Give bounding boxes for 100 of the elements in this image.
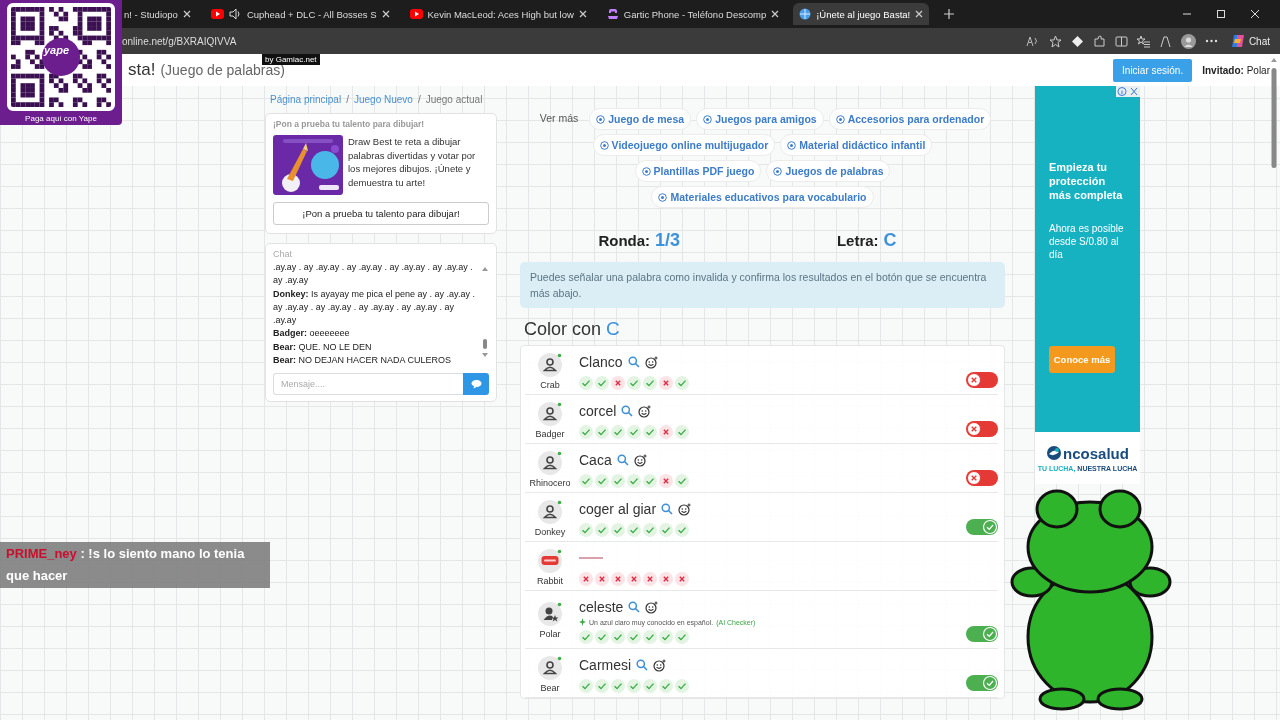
smiley-icon[interactable]: [633, 453, 647, 467]
player-name: Rabbit: [537, 575, 563, 586]
breadcrumb-separator: /: [417, 94, 421, 105]
answer-word: corcel: [579, 403, 617, 419]
topic-chip[interactable]: Plantillas PDF juego: [634, 160, 762, 182]
validity-toggle[interactable]: [966, 675, 998, 691]
close-icon[interactable]: [578, 10, 587, 18]
close-icon[interactable]: [771, 10, 780, 18]
player-name: Rhinocero: [529, 477, 571, 488]
category-letter: C: [606, 318, 620, 340]
plus-circle-icon: [641, 166, 651, 176]
browser-tab[interactable]: ¡Únete al juego Basta!: [793, 3, 930, 25]
new-tab-icon[interactable]: [943, 8, 956, 20]
info-alert: Puedes señalar una palabra como invalida y confirma los resultados en el botón que se encuentra más abajo.: [520, 262, 1005, 308]
topic-chip[interactable]: Juego de mesa: [589, 108, 692, 130]
logo-text: yape: [44, 44, 70, 56]
browser-tab[interactable]: Cuphead + DLC - All Bosses S: [204, 3, 396, 25]
topic-chip[interactable]: Accesorios para ordenador: [828, 108, 992, 130]
message-field[interactable]: Mensaje....: [273, 373, 463, 396]
answer-word: Carmesi: [579, 657, 632, 673]
plus-circle-icon: [596, 114, 606, 124]
address-field[interactable]: online.net/g/BXRAIQIVVA: [122, 35, 237, 47]
topic-chip[interactable]: Materiales educativos para vocabulario: [651, 186, 874, 208]
chat-message: Badger: oeeeeeee: [273, 327, 351, 341]
plus-circle-icon: [835, 114, 845, 124]
smiley-icon[interactable]: [653, 658, 667, 672]
topic-chip[interactable]: Material didáctico infantil: [780, 134, 933, 156]
browser-tab[interactable]: n! - Studiopo: [118, 3, 197, 25]
answer-word: celeste: [579, 599, 624, 615]
answer-word: coger al giar: [579, 501, 657, 517]
guest-label: Invitado: Polar: [1202, 64, 1270, 76]
player-name: Polar: [539, 629, 561, 639]
plus-circle-icon: [658, 192, 668, 202]
star-icon[interactable]: [1048, 34, 1062, 48]
search-icon[interactable]: [621, 405, 634, 417]
ad-button[interactable]: Conoce más: [1049, 346, 1115, 373]
brand-name: ncosalud: [1063, 444, 1129, 462]
promo-heading: ¡Pon a prueba tu talento para dibujar!: [273, 119, 426, 129]
plus-circle-icon: [703, 114, 713, 124]
brand-logo-icon: [1046, 445, 1063, 461]
promo-button[interactable]: ¡Pon a prueba tu talento para dibujar!: [273, 202, 489, 225]
credit-badge: by Gamiac.net: [262, 54, 320, 65]
validity-toggle[interactable]: [966, 470, 998, 486]
smiley-icon[interactable]: [678, 502, 692, 516]
breadcrumb-separator: /: [346, 94, 349, 105]
browser-tab[interactable]: Gartic Phone - Teléfono Descomp: [600, 3, 786, 25]
category-title: Color con: [524, 319, 602, 340]
ad-info-icon[interactable]: [1116, 86, 1140, 97]
search-icon[interactable]: [616, 454, 629, 466]
breadcrumb-link[interactable]: Página principal: [270, 94, 342, 105]
copilot-logo-icon: [1230, 34, 1245, 48]
chat-message: Bear: NO DEJAN HACER NADA CULEROS: [273, 354, 453, 368]
split-screen-icon[interactable]: [1114, 34, 1128, 48]
close-icon[interactable]: [182, 10, 191, 18]
validity-toggle[interactable]: [966, 519, 998, 535]
promo-description: Draw Best te reta a dibujar palabras divertidas y votar por los mejores dibujos. ¡Únete y demuestra tu arte!: [348, 135, 477, 190]
validity-toggle[interactable]: [966, 421, 998, 437]
round-value: 1/3: [655, 230, 681, 251]
breadcrumb-current: Juego actual: [425, 94, 483, 105]
favorites-icon[interactable]: [1136, 34, 1150, 48]
player-name: Bear: [540, 682, 560, 693]
search-icon[interactable]: [636, 659, 649, 671]
more-icon[interactable]: [1204, 39, 1218, 43]
smiley-icon[interactable]: [644, 355, 658, 369]
topic-chip[interactable]: Juegos de palabras: [766, 160, 891, 182]
letter-value: C: [883, 230, 897, 251]
see-more-label: Ver más: [538, 111, 580, 126]
speech-bubble-icon: [470, 379, 482, 390]
smiley-icon[interactable]: [638, 404, 652, 418]
login-button[interactable]: Iniciar sesión.: [1113, 58, 1193, 82]
phone-icon: [606, 8, 619, 20]
profile-avatar[interactable]: [1180, 33, 1196, 49]
read-aloud-icon[interactable]: [1025, 35, 1040, 47]
topic-chip[interactable]: Juegos para amigos: [696, 108, 824, 130]
qr-caption: Paga aquí con Yape: [25, 113, 97, 123]
close-icon[interactable]: [915, 10, 924, 18]
smiley-icon[interactable]: [645, 600, 659, 614]
search-icon[interactable]: [628, 601, 641, 613]
ad-text: Ahora es posible desde S/0.80 al día: [1048, 222, 1125, 261]
validity-toggle[interactable]: [966, 626, 998, 642]
speaker-icon: [228, 8, 242, 20]
chat-title: Chat: [273, 249, 293, 259]
answer-word: Caca: [579, 452, 612, 468]
search-icon[interactable]: [627, 356, 640, 368]
chat-button[interactable]: Chat: [1226, 32, 1274, 50]
topic-chip[interactable]: Videojuego online multijugador: [592, 134, 776, 156]
diamond-icon[interactable]: [1070, 34, 1084, 48]
maximize-icon[interactable]: [1216, 9, 1226, 19]
breadcrumb-link[interactable]: Juego Nuevo: [353, 94, 413, 105]
chat-message: Bear: QUE. NO LE DEN: [273, 340, 373, 354]
browser-tab[interactable]: Kevin MacLeod: Aces High but low: [403, 3, 593, 25]
send-button[interactable]: [463, 373, 489, 396]
plus-circle-icon: [599, 140, 609, 150]
sparkle-icon: [579, 618, 586, 626]
search-icon[interactable]: [661, 503, 674, 515]
validity-toggle[interactable]: [966, 372, 998, 388]
close-icon[interactable]: [1250, 9, 1260, 19]
globe-icon: [799, 8, 812, 20]
close-icon[interactable]: [381, 10, 390, 18]
player-name: Donkey: [534, 526, 566, 537]
